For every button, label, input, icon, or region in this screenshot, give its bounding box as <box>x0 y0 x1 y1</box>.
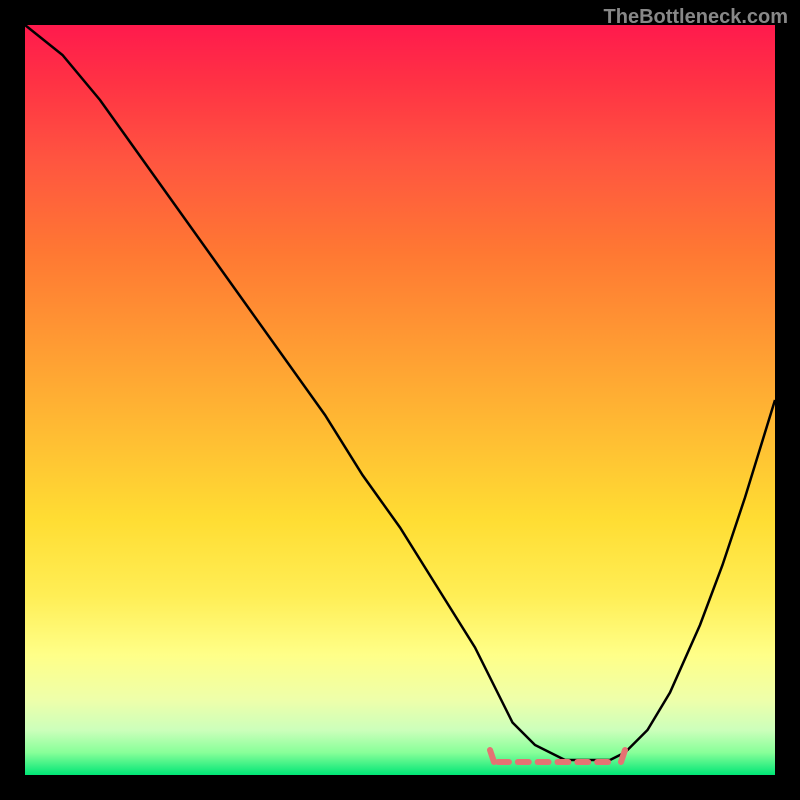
bottleneck-curve-path <box>25 25 775 760</box>
plot-area <box>25 25 775 775</box>
watermark-text: TheBottleneck.com <box>604 6 788 29</box>
chart-container: TheBottleneck.com <box>0 0 800 800</box>
curve-svg <box>25 25 775 775</box>
